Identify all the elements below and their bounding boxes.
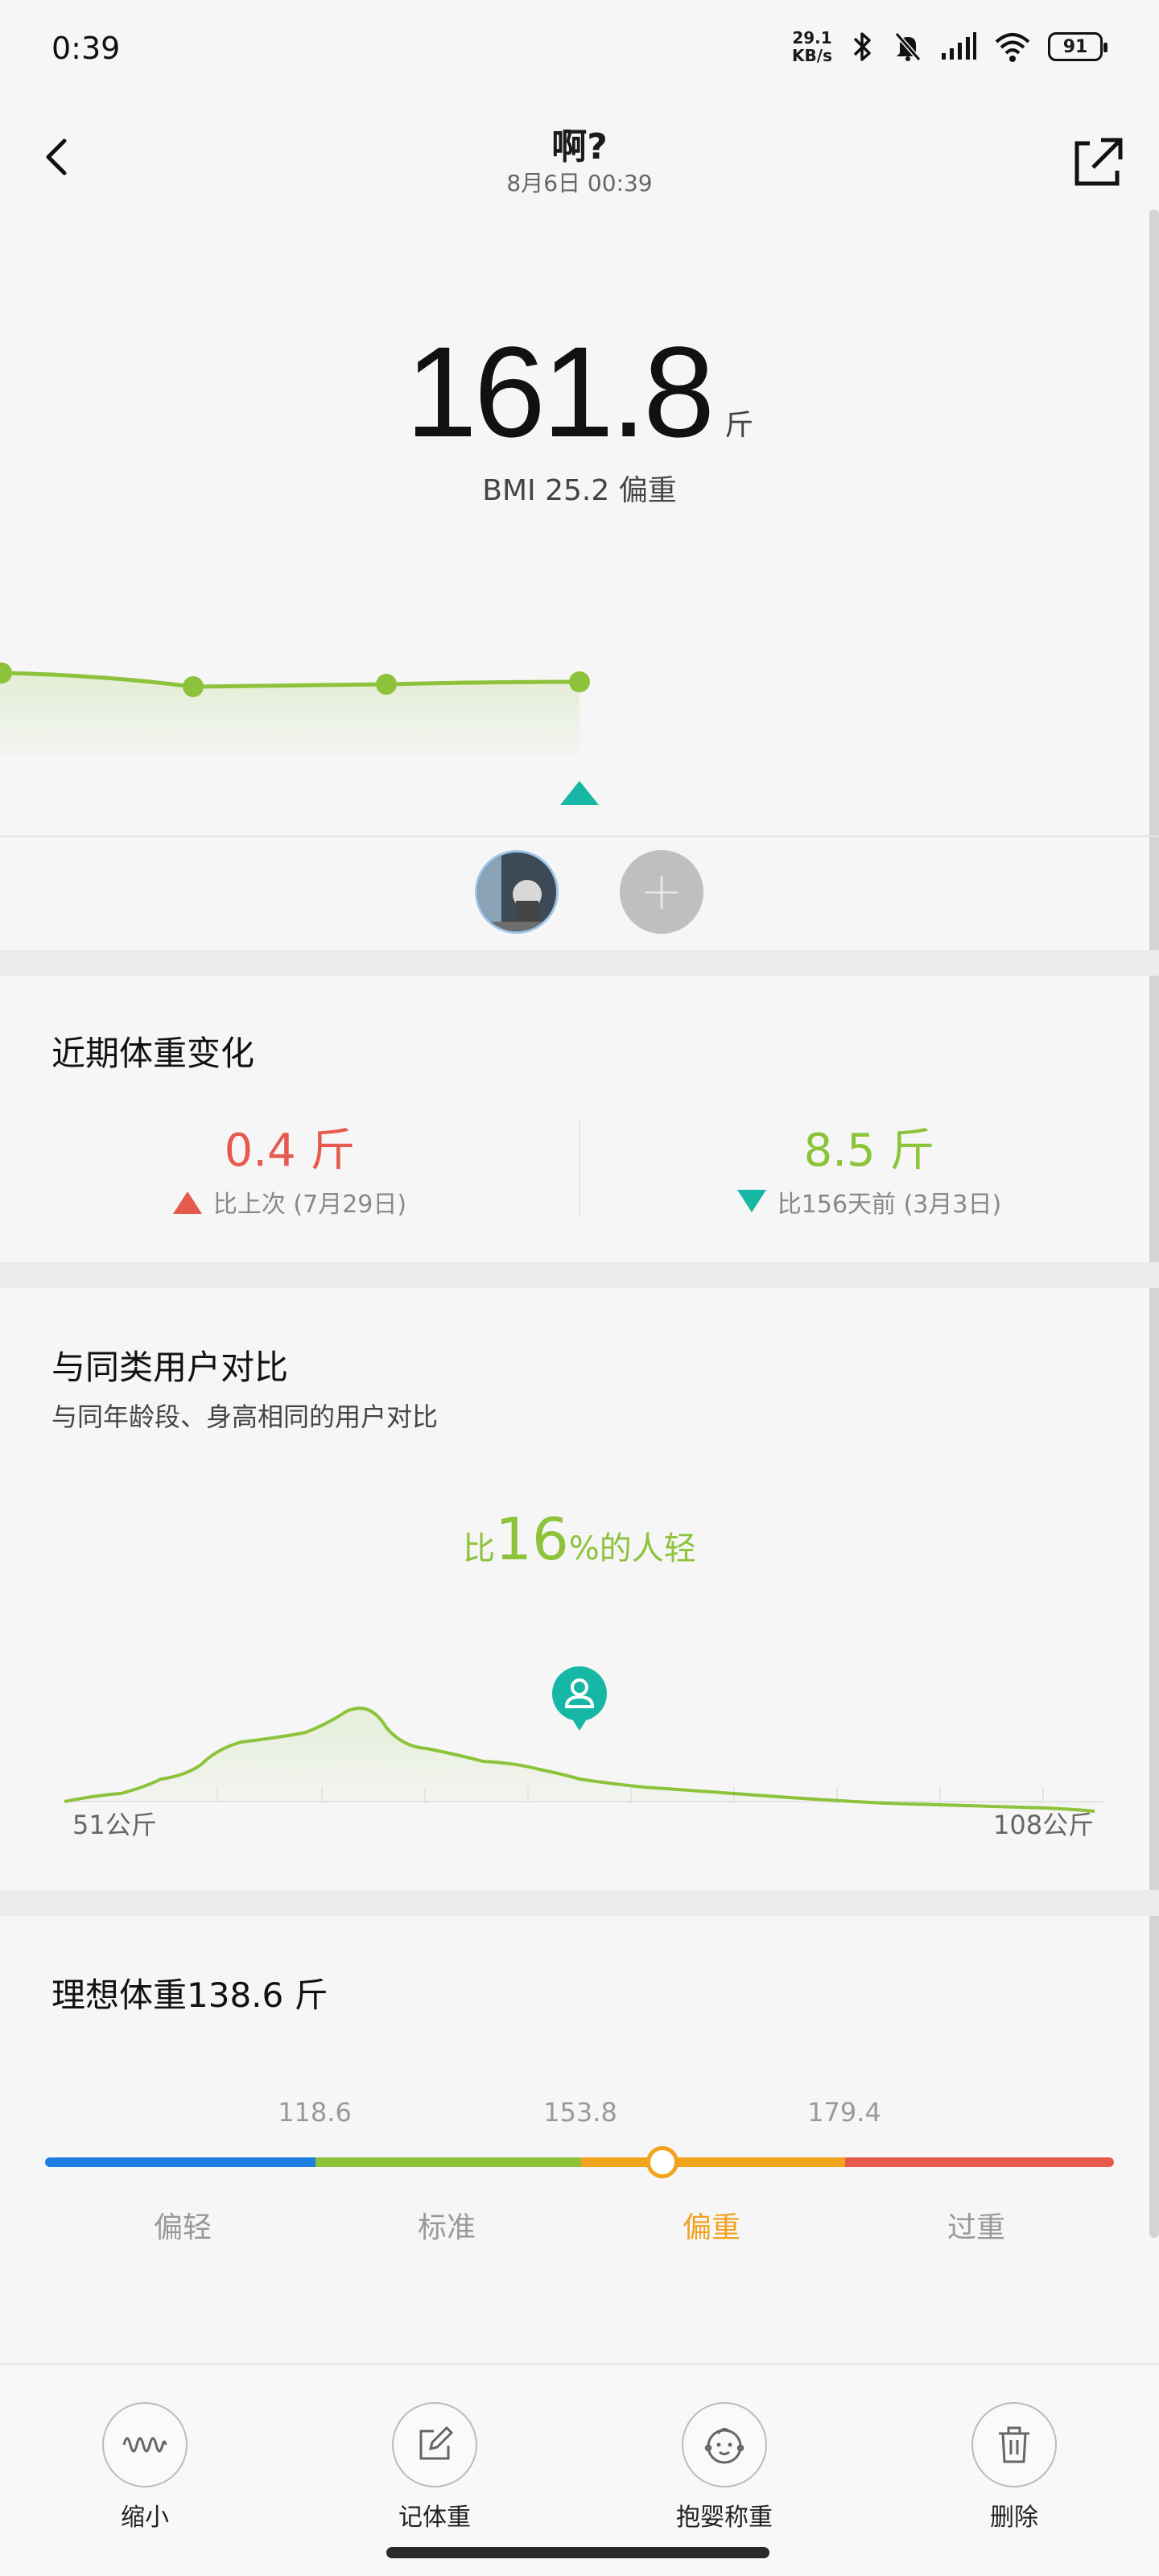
share-button[interactable] bbox=[1062, 121, 1127, 193]
distribution-max-label: 108公斤 bbox=[993, 1810, 1095, 1840]
threshold-label: 153.8 bbox=[543, 2097, 617, 2128]
shrink-button[interactable]: 缩小 bbox=[48, 2402, 241, 2533]
home-indicator[interactable] bbox=[386, 2547, 769, 2558]
distribution-chart bbox=[64, 1666, 1103, 1813]
comparison-headline: 比16%的人轻 bbox=[0, 1505, 1159, 1573]
range-label-normal: 标准 bbox=[417, 2211, 476, 2244]
bottom-toolbar: 缩小 记体重 抱婴称重 删除 bbox=[0, 2363, 1159, 2576]
add-user-button[interactable]: + bbox=[620, 850, 703, 934]
section-divider bbox=[0, 1890, 1159, 1916]
distribution-min-label: 51公斤 bbox=[72, 1810, 157, 1840]
mute-icon bbox=[894, 32, 922, 61]
network-speed-unit: KB/s bbox=[792, 46, 832, 65]
comparison-percent: 16 bbox=[495, 1505, 569, 1573]
trend-point[interactable] bbox=[569, 671, 590, 692]
arrow-up-icon bbox=[172, 1191, 202, 1214]
weight-value: 161.8 bbox=[405, 320, 715, 464]
arrow-down-icon bbox=[736, 1190, 766, 1212]
record-weight-label: 记体重 bbox=[398, 2504, 471, 2532]
range-segment-light bbox=[45, 2157, 316, 2167]
wifi-icon bbox=[995, 33, 1030, 62]
range-segment-overweight bbox=[845, 2157, 1114, 2167]
delete-label: 删除 bbox=[990, 2504, 1038, 2532]
status-icons: 29.1 KB/s 91 bbox=[792, 29, 1107, 64]
weight-display: 161.8 斤 bbox=[0, 318, 1159, 466]
change-previous-desc-text: 比上次 (7月29日) bbox=[212, 1191, 407, 1219]
change-long-term-desc: 比156天前 (3月3日) bbox=[580, 1184, 1159, 1220]
user-marker-tail bbox=[571, 1718, 588, 1731]
range-segment-heavy bbox=[581, 2157, 845, 2167]
avatar-image bbox=[477, 852, 556, 931]
plus-icon: + bbox=[640, 862, 683, 922]
bluetooth-icon bbox=[853, 32, 871, 61]
weight-position-indicator bbox=[646, 2146, 678, 2178]
comparison-headline-suffix: %的人轻 bbox=[568, 1530, 696, 1567]
delete-button[interactable]: 删除 bbox=[918, 2402, 1111, 2533]
comparison-subtitle: 与同年龄段、身高相同的用户对比 bbox=[52, 1402, 439, 1432]
threshold-label: 118.6 bbox=[278, 2097, 352, 2128]
edit-icon bbox=[392, 2402, 477, 2487]
page-title: 啊? bbox=[551, 126, 608, 167]
change-long-term: 8.5 斤 比156天前 (3月3日) bbox=[580, 1114, 1159, 1220]
ideal-weight-title: 理想体重138.6 斤 bbox=[52, 1975, 328, 2015]
change-long-term-value: 8.5 斤 bbox=[803, 1125, 935, 1177]
range-label-overweight: 过重 bbox=[947, 2211, 1005, 2244]
threshold-label: 179.4 bbox=[807, 2097, 881, 2128]
range-label-light: 偏轻 bbox=[153, 2211, 212, 2244]
baby-weigh-button[interactable]: 抱婴称重 bbox=[628, 2402, 821, 2533]
bmi-status: BMI 25.2 偏重 bbox=[482, 474, 677, 507]
change-previous: 0.4 斤 比上次 (7月29日) bbox=[0, 1114, 580, 1220]
trend-point[interactable] bbox=[183, 676, 204, 697]
recent-change-title: 近期体重变化 bbox=[52, 1034, 255, 1073]
page-subtitle: 8月6日 00:39 bbox=[506, 170, 653, 196]
status-bar: 0:39 29.1 KB/s 91 bbox=[0, 0, 1159, 97]
section-divider bbox=[0, 950, 1159, 976]
status-time: 0:39 bbox=[52, 31, 121, 66]
shrink-label: 缩小 bbox=[121, 2504, 169, 2532]
avatar[interactable] bbox=[475, 850, 559, 934]
comparison-headline-prefix: 比 bbox=[463, 1530, 496, 1567]
change-previous-value: 0.4 斤 bbox=[224, 1125, 356, 1177]
network-speed: 29.1 KB/s bbox=[792, 29, 832, 64]
weight-trend-chart[interactable] bbox=[0, 628, 612, 805]
range-label-heavy: 偏重 bbox=[682, 2211, 740, 2244]
baby-weigh-label: 抱婴称重 bbox=[676, 2504, 773, 2532]
weight-unit: 斤 bbox=[724, 409, 754, 442]
section-divider bbox=[0, 1262, 1159, 1288]
trend-point[interactable] bbox=[376, 674, 397, 695]
chart-baseline bbox=[0, 836, 1159, 837]
signal-icon bbox=[942, 32, 976, 60]
user-position-marker bbox=[552, 1666, 607, 1731]
selected-point-marker bbox=[560, 781, 599, 805]
header: 啊? 8月6日 00:39 bbox=[0, 105, 1159, 217]
trash-icon bbox=[971, 2402, 1057, 2487]
comparison-title: 与同类用户对比 bbox=[52, 1348, 289, 1387]
change-previous-desc: 比上次 (7月29日) bbox=[0, 1184, 580, 1220]
scrollbar[interactable] bbox=[1149, 209, 1159, 2238]
record-weight-button[interactable]: 记体重 bbox=[338, 2402, 531, 2533]
wave-icon bbox=[102, 2402, 188, 2487]
change-long-term-desc-text: 比156天前 (3月3日) bbox=[777, 1191, 1002, 1219]
battery-icon: 91 bbox=[1048, 32, 1107, 61]
share-icon bbox=[1074, 138, 1123, 186]
range-segment-normal bbox=[316, 2157, 581, 2167]
network-speed-value: 29.1 bbox=[792, 28, 832, 47]
baby-icon bbox=[682, 2402, 767, 2487]
